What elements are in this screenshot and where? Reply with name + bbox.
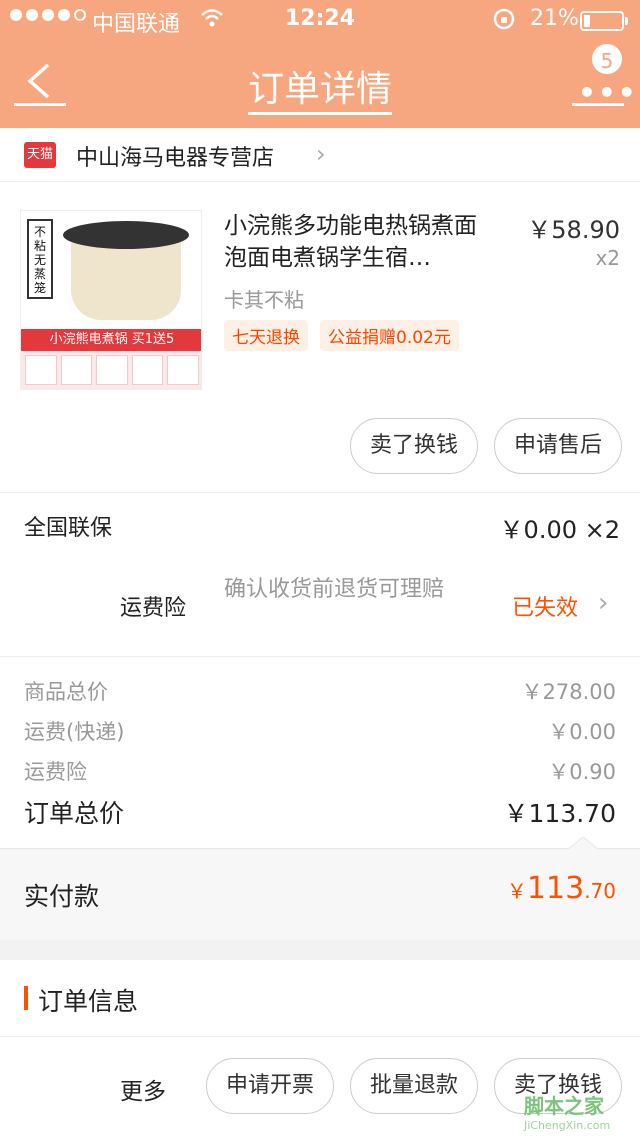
warranty-label: 全国联保 [24, 516, 113, 541]
product-quantity: x2 [595, 246, 620, 270]
product-image[interactable]: 不粘无蒸笼 小浣熊电煮锅 买1送5 [20, 210, 202, 390]
chevron-right-icon: › [598, 588, 609, 618]
product-price: ￥58.90 [527, 216, 620, 244]
order-total-value: ￥113.70 [503, 799, 616, 828]
paid-section: 实付款 ￥113.70 [0, 837, 640, 940]
more-label: 更多 [120, 1079, 166, 1105]
paid-label: 实付款 [24, 882, 100, 911]
tmall-logo-icon: 天猫 [24, 142, 56, 168]
shipping-insurance-desc: 确认收货前退货可理赔 [224, 577, 445, 602]
chevron-right-icon: › [316, 140, 326, 168]
product-sku: 卡其不粘 [224, 288, 304, 312]
insurance-fee-label: 运费险 [24, 760, 87, 784]
invoice-button[interactable]: 申请开票 [206, 1058, 334, 1114]
insurance-fee-value: ￥0.90 [548, 760, 616, 784]
header: 中国联通 12:24 21% 订单详情 ••• 5 [0, 0, 640, 128]
battery-icon [580, 11, 624, 31]
more-icon: ••• [578, 76, 638, 109]
status-bar: 中国联通 12:24 21% [0, 0, 640, 40]
shipping-insurance-status: 已失效 [512, 596, 579, 621]
batch-refund-button[interactable]: 批量退款 [350, 1058, 478, 1114]
page-title: 订单详情 [0, 60, 640, 115]
shop-row[interactable]: 天猫 中山海马电器专营店 › [0, 128, 640, 182]
order-total-label: 订单总价 [24, 799, 125, 828]
warranty-value: ￥0.00 ×2 [499, 516, 620, 544]
after-sale-button[interactable]: 申请售后 [494, 418, 622, 474]
freight-value: ￥0.00 [548, 720, 616, 744]
paid-amount: ￥113.70 [506, 871, 616, 906]
watermark-logo: 脚本之家 JiChengXin.com [524, 1094, 611, 1132]
order-detail-page: 中国联通 12:24 21% 订单详情 ••• 5 天猫 中山海马电器专营店 ›… [0, 0, 640, 1136]
goods-total-label: 商品总价 [24, 680, 108, 704]
goods-total-value: ￥278.00 [521, 680, 616, 704]
battery-percent: 21% [530, 6, 579, 31]
product-title[interactable]: 小浣熊多功能电热锅煮面泡面电煮锅学生宿… [224, 210, 494, 274]
freight-label: 运费(快递) [24, 720, 125, 744]
service-tags: 七天退换 公益捐赠0.02元 [224, 320, 459, 351]
shop-name: 中山海马电器专营店 [76, 146, 275, 171]
order-info-title: 订单信息 [38, 987, 139, 1016]
sell-button[interactable]: 卖了换钱 [350, 418, 478, 474]
tag-charity: 公益捐赠0.02元 [320, 320, 459, 351]
shipping-insurance-label: 运费险 [120, 596, 187, 621]
tag-seven-day-return: 七天退换 [224, 320, 308, 351]
message-badge: 5 [590, 42, 624, 76]
rotation-lock-icon [492, 7, 516, 37]
